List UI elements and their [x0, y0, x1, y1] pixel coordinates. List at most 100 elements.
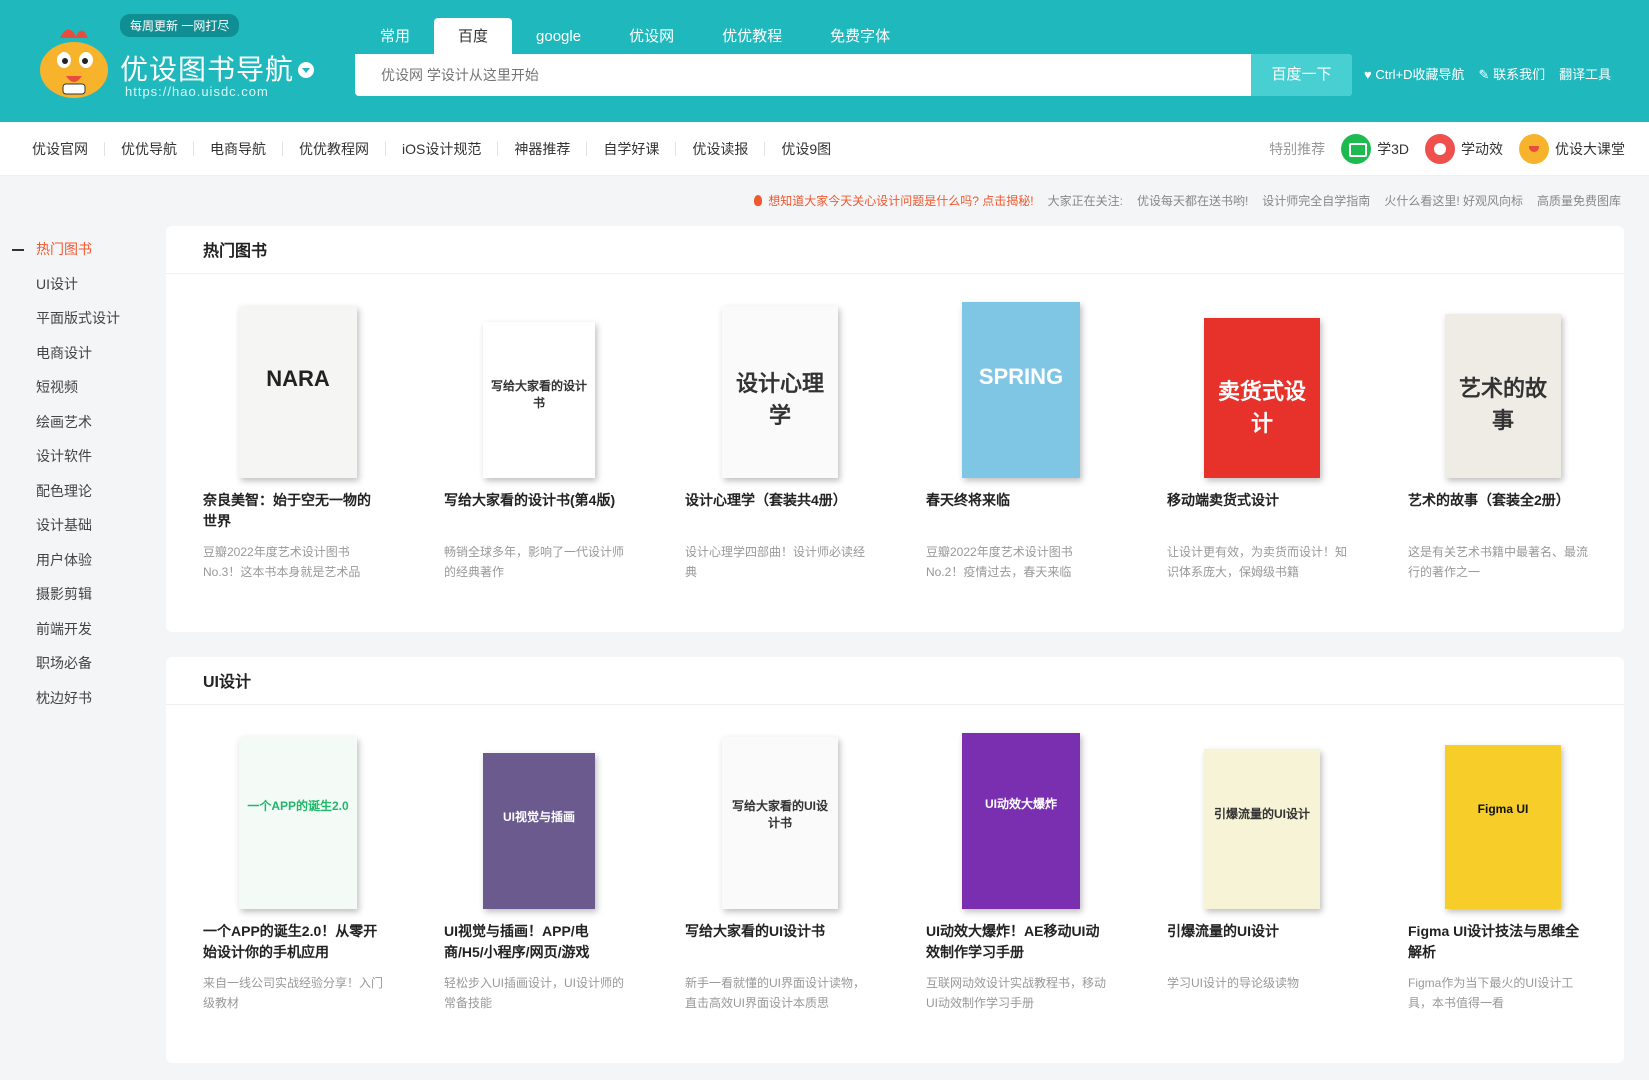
sidebar-item[interactable]: 绘画艺术	[0, 405, 150, 440]
sidebar-item[interactable]: 设计软件	[0, 439, 150, 474]
sidebar-item[interactable]: UI设计	[0, 267, 150, 302]
contact-link-label: 联系我们	[1493, 67, 1546, 82]
book-title[interactable]: 写给大家看的UI设计书	[685, 921, 865, 963]
mascot-icon	[1519, 134, 1549, 164]
mascot-chicken-icon	[40, 29, 108, 98]
sidebar-item[interactable]: 平面版式设计	[0, 301, 150, 336]
book-title[interactable]: UI动效大爆炸！AE移动UI动效制作学习手册	[926, 921, 1106, 963]
book-cover-text: UI动效大爆炸	[984, 797, 1057, 811]
notice-link[interactable]: 优设每天都在送书哟!	[1137, 192, 1248, 209]
sidebar-item[interactable]: 热门图书	[0, 232, 150, 267]
tab-baidu[interactable]: 百度	[434, 18, 513, 54]
book-cover[interactable]: 艺术的故事	[1445, 314, 1561, 478]
book-cover-text: 卖货式设计	[1217, 379, 1306, 436]
search-button[interactable]: 百度一下	[1251, 54, 1352, 96]
book-card[interactable]: SPRING 春天终将来临 豆瓣2022年度艺术设计图书No.2！疫情过去，春天来临	[926, 298, 1167, 582]
book-card[interactable]: UI动效大爆炸 UI动效大爆炸！AE移动UI动效制作学习手册 互联网动效设计实战教程…	[926, 729, 1167, 1013]
book-cover-wrap: Figma UI	[1408, 729, 1598, 909]
book-cover[interactable]: NARA	[239, 306, 357, 478]
book-title[interactable]: Figma UI设计技法与思维全解析	[1408, 921, 1588, 963]
top-header: 每周更新 一网打尽 优设图书导航 https://hao.uisdc.com 常…	[0, 0, 1649, 122]
book-card[interactable]: 卖货式设计移动端卖货式设计让设计更有效，为卖货而设计！知识体系庞大，保姆级书籍	[1167, 298, 1408, 582]
sidebar-item[interactable]: 枕边好书	[0, 681, 150, 716]
sidebar-item[interactable]: 设计基础	[0, 508, 150, 543]
sidebar-item[interactable]: 职场必备	[0, 646, 150, 681]
book-title[interactable]: 春天终将来临	[926, 490, 1106, 532]
book-cover[interactable]: UI视觉与插画	[483, 753, 595, 909]
book-cover[interactable]: 写给大家看的UI设计书	[722, 737, 838, 909]
contact-link[interactable]: ✎ 联系我们	[1479, 64, 1546, 83]
course-motion[interactable]: 学动效	[1425, 134, 1503, 164]
logo-url: https://hao.uisdc.com	[125, 84, 269, 99]
search-engine-tabs: 常用 百度 google 优设网 优优教程 免费字体	[356, 18, 914, 54]
notice-link[interactable]: 高质量免费图库	[1537, 192, 1621, 209]
book-cover-wrap: 一个APP的诞生2.0	[203, 729, 393, 909]
book-card[interactable]: Figma UI Figma UI设计技法与思维全解析 Figma作为当下最火的UI…	[1408, 729, 1649, 1013]
course-3d[interactable]: 学3D	[1341, 134, 1409, 164]
course-label: 优设大课堂	[1555, 141, 1625, 157]
book-title[interactable]: 一个APP的诞生2.0！从零开始设计你的手机应用	[203, 921, 383, 963]
sidebar-item[interactable]: 电商设计	[0, 336, 150, 371]
nav-item[interactable]: 优设官网	[16, 142, 105, 156]
tab-common[interactable]: 常用	[356, 18, 434, 54]
course-label: 学3D	[1377, 141, 1409, 157]
tab-google[interactable]: google	[512, 18, 605, 54]
nav-item[interactable]: iOS设计规范	[386, 142, 499, 156]
book-cover[interactable]: Figma UI	[1445, 745, 1561, 909]
section-ui-design: UI设计 一个APP的诞生2.0 一个APP的诞生2.0！从零开始设计你的手机应用…	[166, 657, 1624, 1063]
book-title[interactable]: UI视觉与插画！APP/电商/H5/小程序/网页/游戏	[444, 921, 624, 963]
nav-item[interactable]: 优设读报	[676, 142, 766, 156]
nav-item[interactable]: 优优教程网	[283, 142, 386, 156]
nav-item[interactable]: 优优导航	[105, 142, 194, 156]
notice-link[interactable]: 设计师完全自学指南	[1262, 192, 1370, 209]
book-cover[interactable]: 一个APP的诞生2.0	[239, 737, 357, 909]
bookmark-link[interactable]: ♥ Ctrl+D收藏导航	[1364, 64, 1465, 83]
course-classroom[interactable]: 优设大课堂	[1519, 134, 1625, 164]
sidebar-item[interactable]: 用户体验	[0, 543, 150, 578]
book-cover-text: 艺术的故事	[1458, 376, 1547, 433]
tab-uisdc[interactable]: 优设网	[605, 18, 698, 54]
sidebar-item[interactable]: 前端开发	[0, 612, 150, 647]
book-cover[interactable]: SPRING	[962, 302, 1080, 478]
book-title[interactable]: 艺术的故事（套装全2册）	[1408, 490, 1588, 532]
sidebar-item[interactable]: 配色理论	[0, 474, 150, 509]
book-card[interactable]: 写给大家看的设计书 写给大家看的设计书(第4版) 畅销全球多年，影响了一代设计师的经…	[444, 298, 685, 582]
dropdown-icon[interactable]	[298, 62, 314, 78]
search-input[interactable]	[355, 54, 1251, 96]
book-card[interactable]: 一个APP的诞生2.0 一个APP的诞生2.0！从零开始设计你的手机应用 来自一线公…	[203, 729, 444, 1013]
nav-item[interactable]: 神器推荐	[498, 142, 588, 156]
book-cover[interactable]: 写给大家看的设计书	[483, 322, 595, 478]
book-title[interactable]: 写给大家看的设计书(第4版)	[444, 490, 624, 532]
book-cover[interactable]: UI动效大爆炸	[962, 733, 1080, 909]
sidebar-item[interactable]: 短视频	[0, 370, 150, 405]
book-desc: 设计心理学四部曲！设计师必读经典	[685, 545, 866, 579]
book-desc: 让设计更有效，为卖货而设计！知识体系庞大，保姆级书籍	[1167, 545, 1348, 579]
tab-free-fonts[interactable]: 免费字体	[806, 18, 914, 54]
book-title[interactable]: 引爆流量的UI设计	[1167, 921, 1347, 963]
nav-item[interactable]: 电商导航	[194, 142, 283, 156]
sidebar-item[interactable]: 摄影剪辑	[0, 577, 150, 612]
tab-uiiiuiii[interactable]: 优优教程	[698, 18, 806, 54]
book-title[interactable]: 奈良美智：始于空无一物的世界	[203, 490, 383, 532]
book-card[interactable]: NARA 奈良美智：始于空无一物的世界 豆瓣2022年度艺术设计图书No.3！这本书…	[203, 298, 444, 582]
notice-link[interactable]: 火什么看这里! 好观风向标	[1384, 192, 1523, 209]
book-card[interactable]: 设计心理学设计心理学（套装共4册） 设计心理学四部曲！设计师必读经典	[685, 298, 926, 582]
nav-item[interactable]: 自学好课	[587, 142, 677, 156]
book-cover-text: 写给大家看的设计书	[491, 379, 588, 410]
book-title[interactable]: 移动端卖货式设计	[1167, 490, 1347, 532]
book-cover[interactable]: 引爆流量的UI设计	[1204, 749, 1320, 909]
book-card[interactable]: 写给大家看的UI设计书 写给大家看的UI设计书 新手一看就懂的UI界面设计读物，直击…	[685, 729, 926, 1013]
nav-item[interactable]: 优设9图	[765, 142, 847, 156]
book-list: 一个APP的诞生2.0 一个APP的诞生2.0！从零开始设计你的手机应用 来自一线公…	[203, 729, 1649, 1013]
book-card[interactable]: 引爆流量的UI设计 引爆流量的UI设计 学习UI设计的导论级读物	[1167, 729, 1408, 1013]
book-title[interactable]: 设计心理学（套装共4册）	[685, 490, 865, 532]
book-cover[interactable]: 设计心理学	[722, 306, 838, 478]
site-logo[interactable]: 每周更新 一网打尽 优设图书导航 https://hao.uisdc.com	[30, 14, 330, 106]
translate-link[interactable]: 翻译工具	[1559, 64, 1611, 83]
book-cover-wrap: 引爆流量的UI设计	[1167, 729, 1357, 909]
book-card[interactable]: 艺术的故事 艺术的故事（套装全2册） 这是有关艺术书籍中最著名、最流行的著作之一	[1408, 298, 1649, 582]
hot-notice[interactable]: 想知道大家今天关心设计问题是什么吗? 点击揭秘!	[754, 192, 1034, 209]
book-card[interactable]: UI视觉与插画 UI视觉与插画！APP/电商/H5/小程序/网页/游戏 轻松步入UI…	[444, 729, 685, 1013]
book-cover-wrap: NARA	[203, 298, 393, 478]
book-cover[interactable]: 卖货式设计	[1204, 318, 1320, 478]
